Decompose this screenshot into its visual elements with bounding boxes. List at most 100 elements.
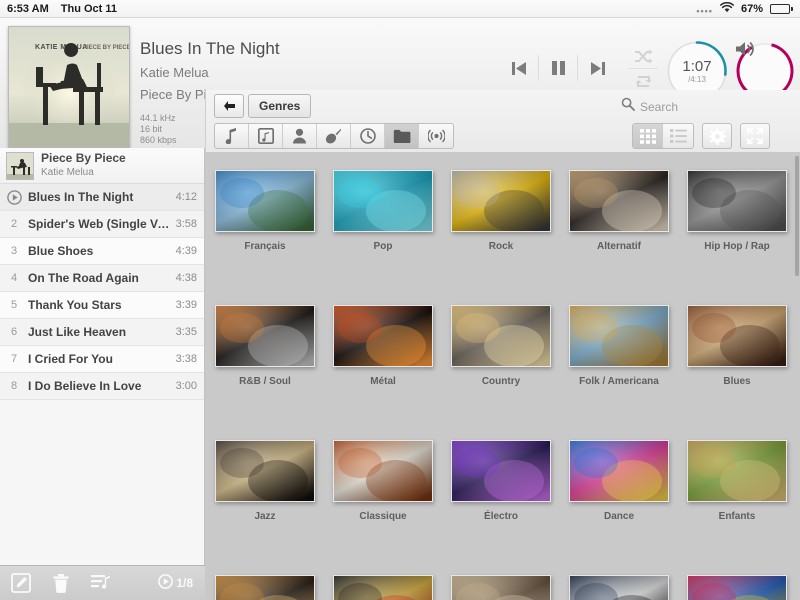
tab-artists[interactable]	[283, 124, 317, 148]
shuffle-icon[interactable]	[634, 44, 653, 68]
track-row[interactable]: 4 On The Road Again 4:38	[0, 265, 204, 292]
track-number: 7	[10, 353, 18, 365]
track-number: 3	[10, 245, 18, 257]
track-row[interactable]: 2 Spider's Web (Single Version) 3:58	[0, 211, 204, 238]
svg-text:PIECE BY PIECE: PIECE BY PIECE	[83, 45, 129, 51]
genre-tile[interactable]: Blues	[687, 305, 787, 387]
play-circle-icon	[0, 189, 28, 205]
genre-tile[interactable]: Alternatif	[569, 170, 669, 252]
genre-label: Rock	[488, 241, 514, 252]
track-list-artist: Katie Melua	[41, 167, 94, 178]
genre-label: Français	[244, 241, 286, 252]
track-duration: 4:38	[175, 272, 197, 284]
library-toolbar: Genres Search	[205, 90, 800, 152]
svg-text:KATIE MELUA: KATIE MELUA	[35, 44, 88, 51]
track-list-header[interactable]: Piece By Piece Katie Melua	[0, 148, 204, 184]
genre-tile[interactable]: Enfants	[687, 440, 787, 522]
spec-sample-rate: 44.1 kHz	[140, 113, 176, 123]
previous-track-icon[interactable]	[500, 46, 538, 90]
track-row[interactable]: 3 Blue Shoes 4:39	[0, 238, 204, 265]
track-duration: 3:00	[175, 380, 197, 392]
trash-icon[interactable]	[48, 571, 74, 595]
grid-scrollbar[interactable]	[795, 156, 799, 276]
library-toolbar-top: Genres Search	[206, 90, 800, 122]
track-row[interactable]: 8 I Do Believe In Love 3:00	[0, 373, 204, 400]
track-duration: 3:38	[175, 353, 197, 365]
genre-label: Hip Hop / Rap	[704, 241, 770, 252]
play-circle-icon	[158, 574, 174, 592]
boombox-photo	[687, 170, 787, 232]
album-artwork-image: KATIE MELUA PIECE BY PIECE	[9, 27, 129, 147]
tab-songs[interactable]	[215, 124, 249, 148]
gear-icon[interactable]	[702, 123, 732, 149]
genre-tile[interactable]: Métal	[333, 305, 433, 387]
genre-tile[interactable]	[569, 575, 669, 600]
track-row[interactable]: 5 Thank You Stars 3:39	[0, 292, 204, 319]
genre-tile[interactable]: Jazz	[215, 440, 315, 522]
track-rows: Blues In The Night 4:12 2 Spider's Web (Sin…	[0, 184, 204, 400]
genre-label: Jazz	[254, 511, 276, 522]
transport-controls	[500, 46, 616, 90]
tab-albums[interactable]	[249, 124, 283, 148]
prairie-fence-photo	[569, 305, 669, 367]
track-row[interactable]: 7 I Cried For You 3:38	[0, 346, 204, 373]
list-view-icon[interactable]	[663, 124, 693, 148]
fullscreen-icon[interactable]	[740, 123, 770, 149]
genre-tile[interactable]: Électro	[451, 440, 551, 522]
category-tab-bar	[214, 123, 454, 149]
back-arrow-icon[interactable]	[214, 94, 244, 118]
next-track-icon[interactable]	[578, 46, 616, 90]
genre-tile[interactable]	[333, 575, 433, 600]
genre-tile[interactable]	[687, 575, 787, 600]
genre-tile[interactable]: Français	[215, 170, 315, 252]
track-row[interactable]: Blues In The Night 4:12	[0, 184, 204, 211]
wifi-icon	[720, 1, 734, 16]
genre-tile[interactable]: Hip Hop / Rap	[687, 170, 787, 252]
track-number: 6	[10, 326, 18, 338]
genre-tile[interactable]: Rock	[451, 170, 551, 252]
queue-indicator[interactable]: 1/8	[158, 574, 197, 592]
search-input[interactable]: Search	[621, 97, 678, 116]
genre-tile[interactable]: Country	[451, 305, 551, 387]
edit-pencil-icon[interactable]	[8, 571, 34, 595]
track-number: 4	[10, 272, 18, 284]
bass-guitar-photo	[215, 305, 315, 367]
tab-instruments[interactable]	[317, 124, 351, 148]
track-list-album: Piece By Piece	[41, 151, 126, 165]
shuffle-repeat-group	[625, 44, 661, 93]
genre-tile[interactable]	[451, 575, 551, 600]
genre-tile[interactable]: Pop	[333, 170, 433, 252]
track-duration: 3:39	[175, 299, 197, 311]
track-number: 5	[10, 299, 18, 311]
track-title: I Cried For You	[28, 352, 113, 366]
genre-label: Folk / Americana	[579, 376, 659, 387]
genre-tile[interactable]: Classique	[333, 440, 433, 522]
tab-radio[interactable]	[419, 124, 453, 148]
bottom-toolbar: 1/8	[0, 565, 205, 600]
grid-view-icon[interactable]	[633, 124, 663, 148]
track-duration: 3:35	[175, 326, 197, 338]
album-artwork[interactable]: KATIE MELUA PIECE BY PIECE	[8, 26, 130, 148]
genre-tile[interactable]: Dance	[569, 440, 669, 522]
breadcrumb[interactable]: Genres	[248, 94, 312, 118]
genre-tile[interactable]: Folk / Americana	[569, 305, 669, 387]
tab-folders[interactable]	[385, 124, 419, 148]
add-to-playlist-icon[interactable]	[88, 571, 114, 595]
track-row[interactable]: 6 Just Like Heaven 3:35	[0, 319, 204, 346]
signal-dots-icon: ••••	[696, 5, 713, 16]
track-title: Thank You Stars	[28, 298, 122, 312]
genre-label: R&B / Soul	[239, 376, 291, 387]
african-fabric-photo	[333, 575, 433, 600]
harmonica-guitar-photo	[687, 305, 787, 367]
genre-tile[interactable]	[215, 575, 315, 600]
tab-recent[interactable]	[351, 124, 385, 148]
elapsed-time: 1:07	[682, 57, 712, 75]
stained-glass-photo	[687, 575, 787, 600]
amp-knobs-photo	[569, 170, 669, 232]
blue-microphone-photo	[333, 170, 433, 232]
track-number: 8	[10, 380, 18, 392]
violin-sheetmusic-photo	[333, 440, 433, 502]
pause-icon[interactable]	[539, 46, 577, 90]
track-duration: 4:39	[175, 245, 197, 257]
genre-tile[interactable]: R&B / Soul	[215, 305, 315, 387]
